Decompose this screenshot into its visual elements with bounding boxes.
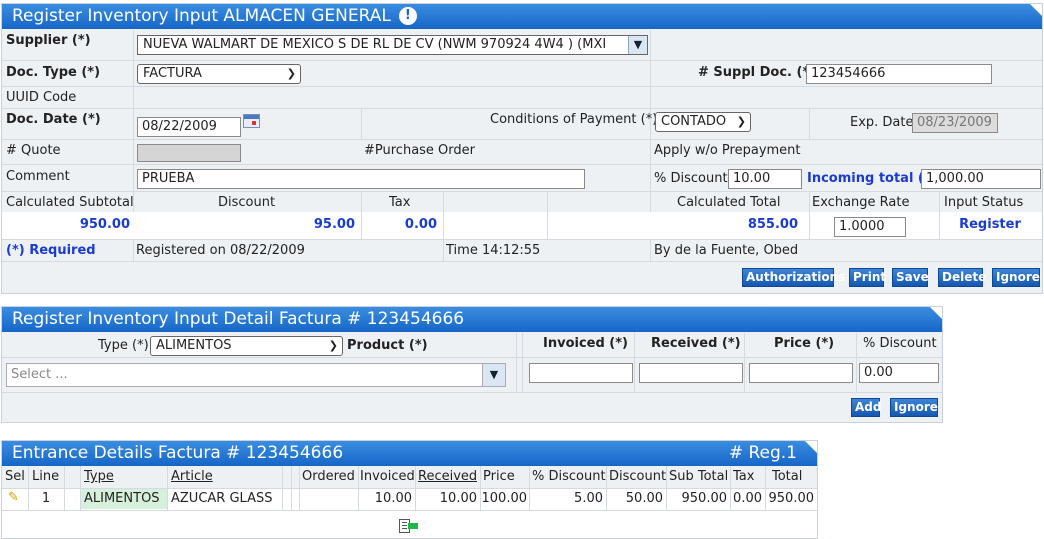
doc-type-select[interactable]: FACTURA ❯ (137, 64, 301, 84)
panel-title: Register Inventory Input ALMACEN GENERAL… (2, 4, 1042, 29)
register-inventory-input-panel: Register Inventory Input ALMACEN GENERAL… (1, 3, 1043, 294)
product-select[interactable]: Select ... ▼ (6, 363, 506, 387)
col-total: Total (772, 469, 803, 484)
discount-value: 95.00 (313, 217, 355, 232)
conditions-select[interactable]: CONTADO ❯ (655, 112, 751, 132)
doc-type-label: Doc. Type (*) (6, 65, 101, 80)
comment-input[interactable]: PRUEBA (137, 169, 585, 189)
type-label: Type (*) (98, 338, 149, 353)
suppl-doc-label: # Suppl Doc. (*) (698, 65, 816, 80)
export-excel-icon[interactable] (399, 518, 419, 534)
col-sel: Sel (5, 469, 25, 484)
row-pct-discount: 5.00 (574, 491, 603, 506)
calc-total-label: Calculated Total (677, 195, 781, 210)
product-label: Product (*) (347, 338, 428, 353)
price-label: Price (*) (774, 336, 835, 351)
conditions-label: Conditions of Payment (*) (490, 112, 658, 127)
exchange-rate-label: Exchange Rate (812, 195, 910, 210)
quote-input[interactable] (137, 144, 241, 162)
row-type: ALIMENTOS (81, 489, 167, 509)
detail-pct-discount-label: % Discount (863, 336, 937, 351)
detail-title: Register Inventory Input Detail Factura … (2, 307, 942, 332)
exp-date-label: Exp. Date (850, 115, 914, 130)
col-subtotal: Sub Total (669, 469, 729, 484)
col-price: Price (483, 469, 515, 484)
type-select[interactable]: ALIMENTOS ❯ (150, 336, 343, 356)
received-label: Received (*) (651, 336, 741, 351)
entrance-details-panel: Entrance Details Factura # 123454666 # R… (1, 440, 818, 539)
comment-label: Comment (6, 169, 70, 184)
detail-pct-discount-input[interactable]: 0.00 (859, 363, 939, 383)
tax-value: 0.00 (404, 217, 437, 232)
col-invoiced: Invoiced (360, 469, 415, 484)
row-discount: 50.00 (625, 491, 663, 506)
chevron-down-icon: ❯ (328, 339, 338, 352)
authorizations-button[interactable]: Authorizations (742, 268, 845, 287)
col-ordered: Ordered (302, 469, 355, 484)
invoiced-input[interactable] (529, 363, 633, 383)
chevron-down-icon[interactable]: ▼ (482, 364, 505, 386)
col-type[interactable]: Type (84, 467, 114, 487)
input-status-value: Register (959, 217, 1021, 232)
quote-label: # Quote (6, 143, 61, 158)
time-label: Time 14:12:55 (446, 243, 541, 258)
info-icon[interactable]: ! (398, 7, 417, 25)
invoiced-label: Invoiced (*) (543, 336, 628, 351)
row-received: 10.00 (439, 491, 477, 506)
price-input[interactable] (749, 363, 853, 383)
incoming-total-label: Incoming total (*) (807, 171, 937, 186)
entrance-title: Entrance Details Factura # 123454666 # R… (2, 441, 817, 466)
supplier-select[interactable]: NUEVA WALMART DE MEXICO S DE RL DE CV (N… (137, 35, 648, 55)
pct-discount-label: % Discount (654, 171, 728, 186)
doc-date-label: Doc. Date (*) (6, 112, 101, 127)
row-total: 950.00 (768, 491, 815, 506)
incoming-total-input[interactable]: 1,000.00 (921, 169, 1041, 189)
add-button[interactable]: Add (851, 398, 881, 417)
col-received[interactable]: Received (418, 467, 477, 487)
purchase-order-label: #Purchase Order (364, 143, 476, 158)
registered-by: By de la Fuente, Obed (654, 243, 799, 258)
row-price: 100.00 (481, 491, 528, 506)
discount-label: Discount (218, 195, 276, 210)
calc-subtotal-value: 950.00 (79, 217, 130, 232)
suppl-doc-input[interactable]: 123454666 (806, 64, 992, 84)
col-article[interactable]: Article (171, 467, 213, 487)
tax-label: Tax (389, 195, 411, 210)
input-status-label: Input Status (944, 195, 1024, 210)
pct-discount-input[interactable]: 10.00 (728, 169, 802, 189)
detail-panel: Register Inventory Input Detail Factura … (1, 306, 943, 423)
print-button[interactable]: Print (849, 268, 886, 287)
col-tax: Tax (733, 469, 755, 484)
prepayment-label: Apply w/o Prepayment (654, 143, 801, 158)
required-note: (*) Required (6, 243, 96, 258)
calc-total-value: 855.00 (747, 217, 798, 232)
row-article: AZUCAR GLASS (171, 491, 273, 506)
uuid-label: UUID Code (6, 90, 77, 105)
supplier-label: Supplier (*) (6, 33, 91, 48)
calendar-icon[interactable] (243, 114, 260, 128)
reg-count: # Reg.1 (728, 443, 797, 463)
calc-subtotal-label: Calculated Subtotal (6, 195, 134, 210)
detail-ignore-button[interactable]: Ignore (890, 398, 938, 417)
row-tax: 0.00 (733, 491, 762, 506)
exchange-rate-input[interactable]: 1.0000 (834, 217, 906, 237)
chevron-down-icon[interactable]: ▼ (628, 36, 647, 54)
ignore-button[interactable]: Ignore (992, 268, 1040, 287)
chevron-down-icon: ❯ (286, 67, 296, 80)
registered-on: Registered on 08/22/2009 (136, 243, 305, 258)
pencil-icon[interactable]: ✎ (8, 490, 19, 505)
col-line: Line (32, 469, 60, 484)
chevron-down-icon: ❯ (736, 115, 746, 128)
delete-button[interactable]: Delete (938, 268, 986, 287)
doc-date-input[interactable]: 08/22/2009 (137, 117, 241, 137)
received-input[interactable] (639, 363, 743, 383)
save-button[interactable]: Save (892, 268, 929, 287)
row-line: 1 (41, 491, 51, 506)
row-subtotal: 950.00 (681, 491, 728, 506)
col-discount: Discount (609, 469, 667, 484)
row-invoiced: 10.00 (374, 491, 412, 506)
exp-date-input[interactable]: 08/23/2009 (912, 113, 998, 133)
table-row: ✎ 1 ALIMENTOS AZUCAR GLASS 10.00 10.00 1… (2, 489, 817, 510)
col-pct-discount: % Discount (532, 469, 606, 484)
